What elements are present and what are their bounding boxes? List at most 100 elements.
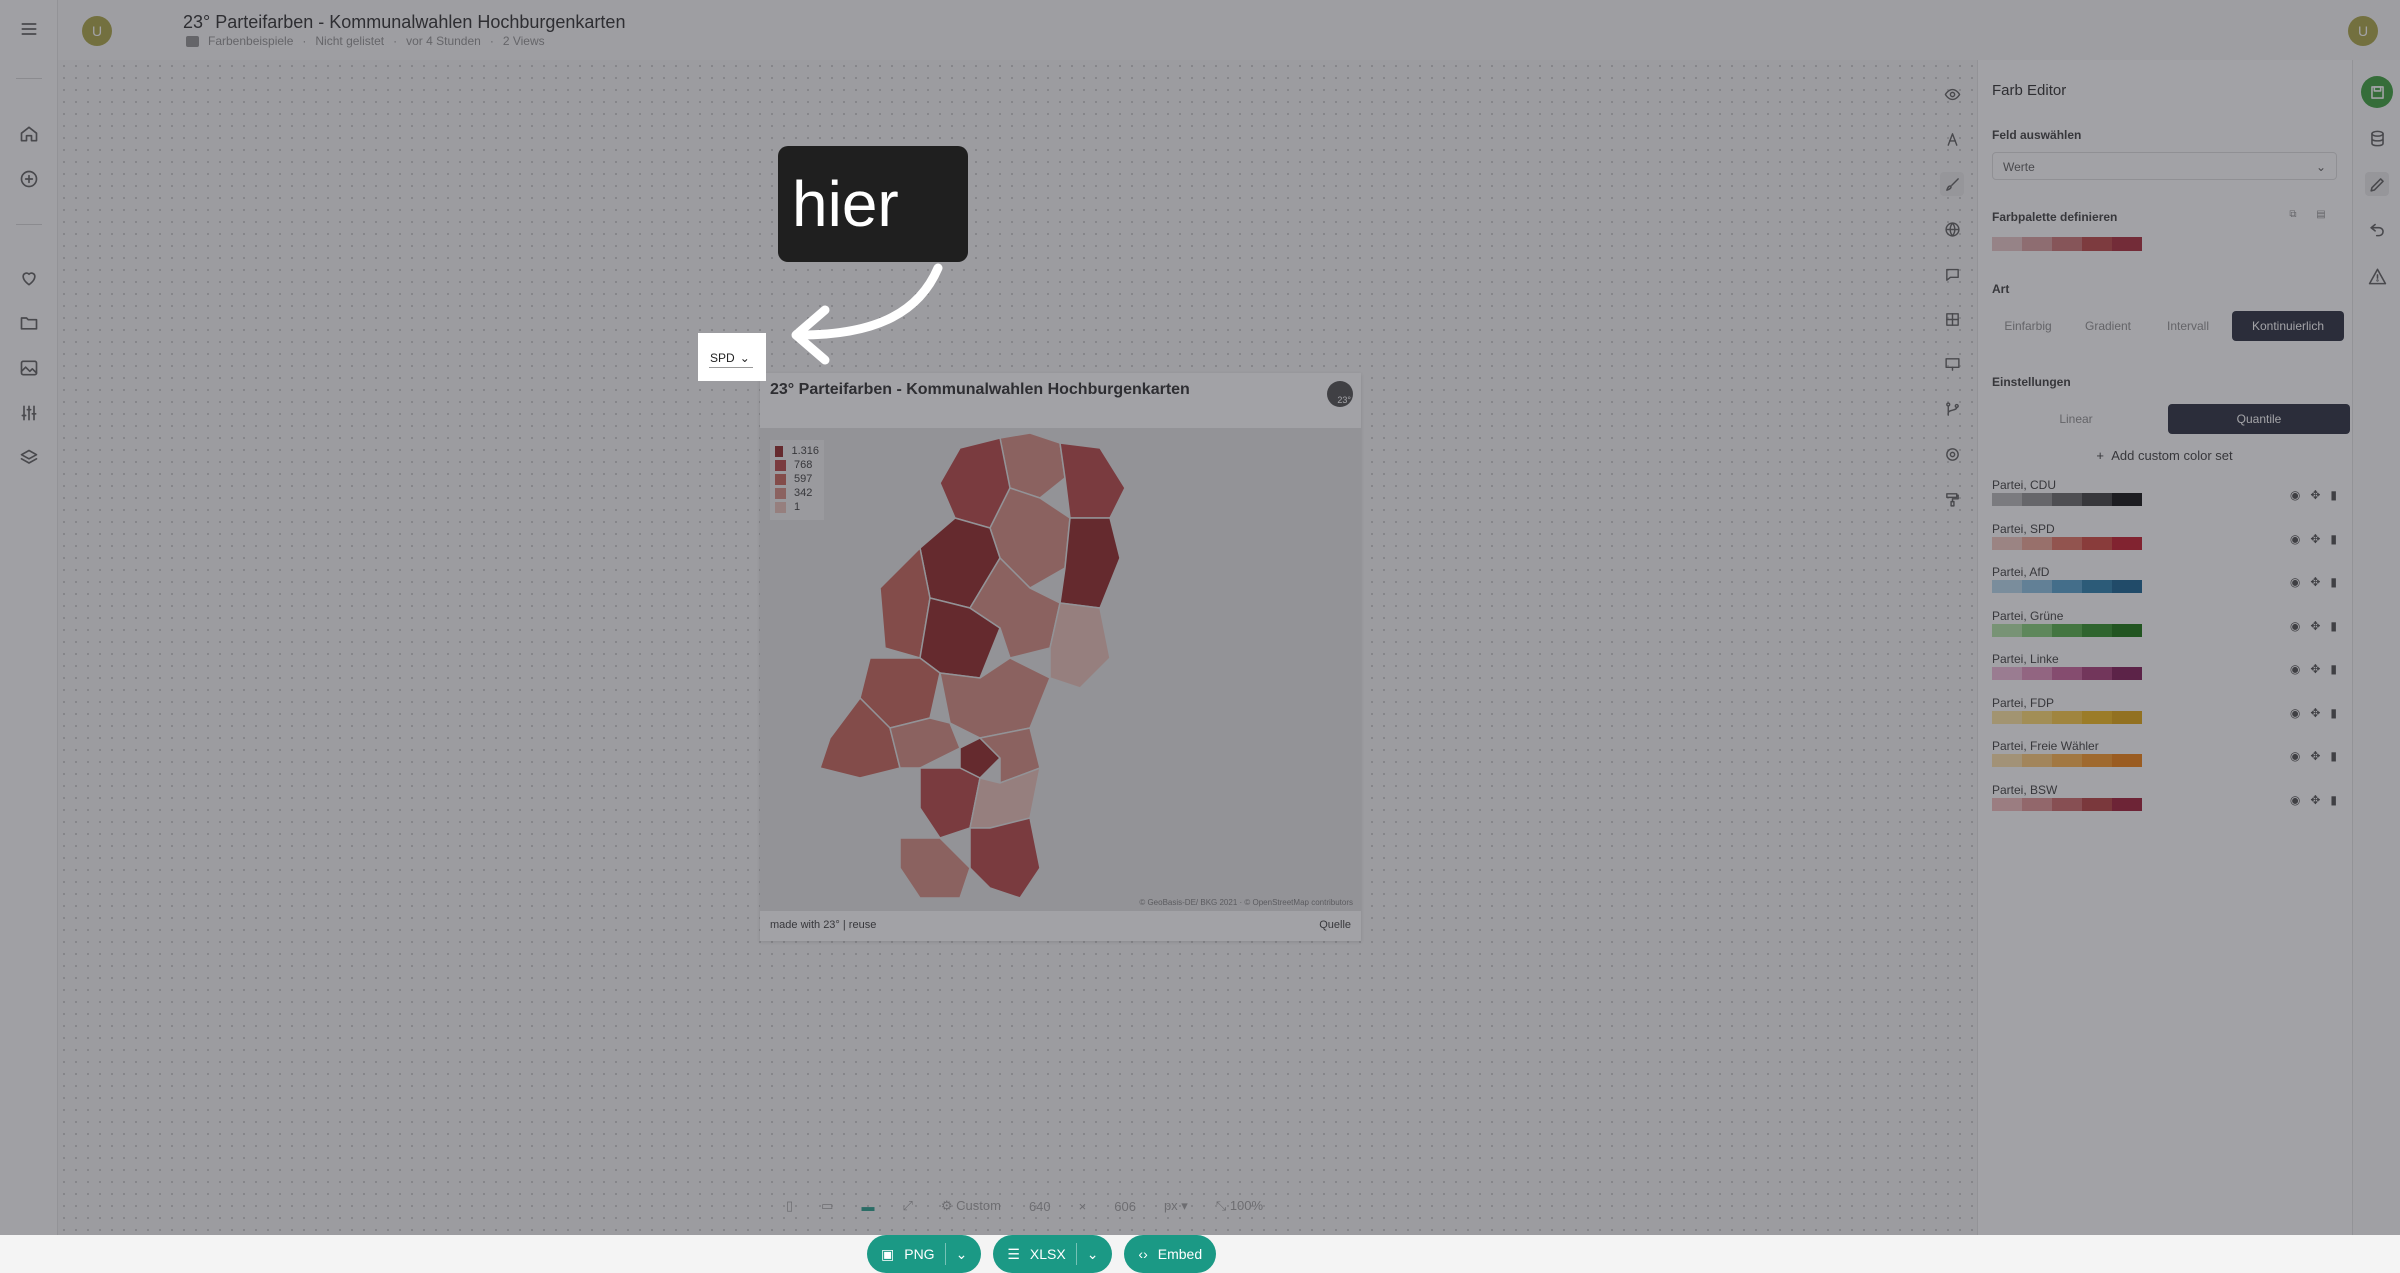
color-set-swatches[interactable] xyxy=(1992,493,2142,506)
color-swatch[interactable] xyxy=(2082,754,2112,767)
eye-icon[interactable]: ◉ xyxy=(2290,662,2300,676)
comment-icon[interactable] xyxy=(1940,262,1964,286)
color-set-swatches[interactable] xyxy=(1992,536,2142,550)
color-swatch[interactable] xyxy=(2082,797,2112,811)
color-swatch[interactable] xyxy=(2052,580,2082,593)
trash-icon[interactable]: ▮ xyxy=(2330,575,2337,589)
eye-icon[interactable]: ◉ xyxy=(2290,619,2300,633)
eye-icon[interactable] xyxy=(1940,82,1964,106)
folder-link[interactable]: Farbenbeispiele xyxy=(208,34,293,48)
unit-select[interactable]: px ▾ xyxy=(1164,1198,1188,1214)
palette-swatch[interactable] xyxy=(2052,237,2082,251)
art-option-kontinuierlich[interactable]: Kontinuierlich xyxy=(2232,311,2344,341)
color-swatch[interactable] xyxy=(2112,536,2142,550)
field-select[interactable]: Werte ⌄ xyxy=(1992,152,2337,180)
save-icon[interactable] xyxy=(2361,76,2393,108)
palette-swatch[interactable] xyxy=(2082,237,2112,251)
color-swatch[interactable] xyxy=(2112,710,2142,724)
color-set-swatches[interactable] xyxy=(1992,667,2142,680)
art-option-einfarbig[interactable]: Einfarbig xyxy=(1992,311,2064,341)
embed-button[interactable]: ‹› Embed xyxy=(1124,1235,1217,1273)
color-swatch[interactable] xyxy=(1992,667,2022,680)
color-swatch[interactable] xyxy=(2112,754,2142,767)
tablet-size-icon[interactable]: ▭ xyxy=(821,1198,833,1214)
eye-icon[interactable]: ◉ xyxy=(2290,575,2300,589)
width-input[interactable]: 640 xyxy=(1029,1199,1051,1214)
move-icon[interactable]: ✥ xyxy=(2310,749,2320,763)
trash-icon[interactable]: ▮ xyxy=(2330,488,2337,502)
layers-icon[interactable] xyxy=(17,446,41,470)
settings-option-quantile[interactable]: Quantile xyxy=(2168,404,2350,434)
text-icon[interactable] xyxy=(1940,127,1964,151)
color-swatch[interactable] xyxy=(1992,797,2022,811)
color-swatch[interactable] xyxy=(2112,797,2142,811)
sliders-icon[interactable] xyxy=(17,401,41,425)
move-icon[interactable]: ✥ xyxy=(2310,706,2320,720)
eye-icon[interactable]: ◉ xyxy=(2290,793,2300,807)
trash-icon[interactable]: ▮ xyxy=(2330,793,2337,807)
color-swatch[interactable] xyxy=(2082,536,2112,550)
save-icon[interactable]: ▤ xyxy=(2315,208,2327,220)
highlighted-party-dropdown[interactable]: SPD ⌄ xyxy=(698,333,766,381)
trash-icon[interactable]: ▮ xyxy=(2330,749,2337,763)
color-swatch[interactable] xyxy=(2022,536,2052,550)
color-swatch[interactable] xyxy=(2022,493,2052,506)
color-swatch[interactable] xyxy=(2052,667,2082,680)
art-option-gradient[interactable]: Gradient xyxy=(2072,311,2144,341)
desktop-size-icon[interactable]: ▬ xyxy=(861,1199,874,1214)
color-set-row[interactable]: Partei, BSW ◉ ✥ ▮ xyxy=(1992,783,2337,823)
color-swatch[interactable] xyxy=(2082,710,2112,724)
color-swatch[interactable] xyxy=(2022,797,2052,811)
warning-icon[interactable] xyxy=(2365,264,2389,288)
eye-icon[interactable]: ◉ xyxy=(2290,532,2300,546)
color-swatch[interactable] xyxy=(1992,754,2022,767)
color-set-row[interactable]: Partei, SPD ◉ ✥ ▮ xyxy=(1992,522,2337,562)
color-swatch[interactable] xyxy=(2112,667,2142,680)
export-xlsx-button[interactable]: ☰ XLSX ⌄ xyxy=(993,1235,1113,1273)
color-swatch[interactable] xyxy=(2022,580,2052,593)
color-swatch[interactable] xyxy=(2082,667,2112,680)
height-input[interactable]: 606 xyxy=(1114,1199,1136,1214)
branch-icon[interactable] xyxy=(1940,397,1964,421)
color-swatch[interactable] xyxy=(2022,710,2052,724)
palette-swatch[interactable] xyxy=(2022,237,2052,251)
add-circle-icon[interactable] xyxy=(17,167,41,191)
gear-icon[interactable] xyxy=(1940,442,1964,466)
color-swatch[interactable] xyxy=(1992,623,2022,637)
color-set-row[interactable]: Partei, CDU ◉ ✥ ▮ xyxy=(1992,478,2337,518)
undo-icon[interactable] xyxy=(2365,216,2389,240)
settings-option-linear[interactable]: Linear xyxy=(1992,404,2160,434)
copy-icon[interactable]: ⧉ xyxy=(2287,208,2299,220)
color-swatch[interactable] xyxy=(2022,754,2052,767)
color-set-swatches[interactable] xyxy=(1992,797,2142,811)
source-link[interactable]: Quelle xyxy=(1319,919,1351,931)
palette-swatch[interactable] xyxy=(2112,237,2142,251)
grid-icon[interactable] xyxy=(1940,307,1964,331)
art-option-intervall[interactable]: Intervall xyxy=(2152,311,2224,341)
color-swatch[interactable] xyxy=(2052,710,2082,724)
color-swatch[interactable] xyxy=(2052,493,2082,506)
eye-icon[interactable]: ◉ xyxy=(2290,488,2300,502)
folder-icon[interactable] xyxy=(17,311,41,335)
palette-preview[interactable] xyxy=(1992,237,2142,251)
database-icon[interactable] xyxy=(2365,126,2389,150)
color-swatch[interactable] xyxy=(2112,493,2142,506)
menu-icon[interactable] xyxy=(17,17,41,41)
paint-roller-icon[interactable] xyxy=(1940,487,1964,511)
heart-icon[interactable] xyxy=(17,266,41,290)
color-swatch[interactable] xyxy=(1992,493,2022,506)
color-swatch[interactable] xyxy=(2052,797,2082,811)
color-swatch[interactable] xyxy=(1992,536,2022,550)
trash-icon[interactable]: ▮ xyxy=(2330,662,2337,676)
move-icon[interactable]: ✥ xyxy=(2310,532,2320,546)
chevron-down-icon[interactable]: ⌄ xyxy=(1087,1246,1099,1263)
move-icon[interactable]: ✥ xyxy=(2310,575,2320,589)
color-swatch[interactable] xyxy=(1992,710,2022,724)
color-set-row[interactable]: Partei, Grüne ◉ ✥ ▮ xyxy=(1992,609,2337,649)
brush-icon[interactable] xyxy=(1940,172,1964,196)
move-icon[interactable]: ✥ xyxy=(2310,793,2320,807)
color-set-swatches[interactable] xyxy=(1992,623,2142,637)
color-swatch[interactable] xyxy=(1992,580,2022,593)
color-set-row[interactable]: Partei, AfD ◉ ✥ ▮ xyxy=(1992,565,2337,605)
reuse-link[interactable]: made with 23° | reuse xyxy=(770,919,876,931)
